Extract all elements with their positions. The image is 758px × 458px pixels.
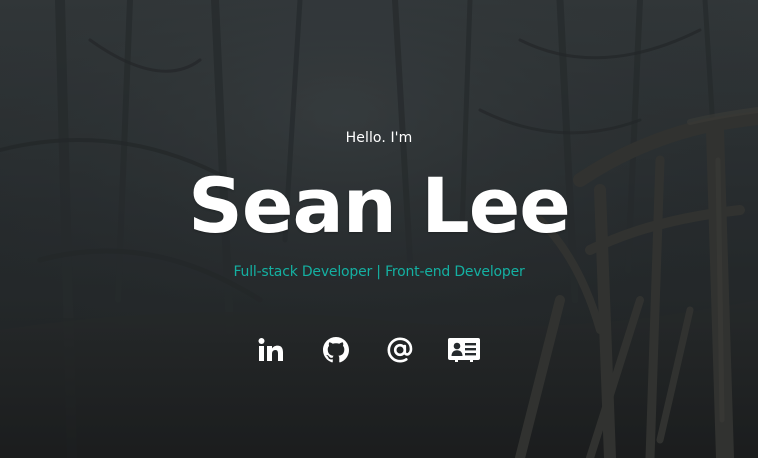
- resume-card-icon: [448, 338, 480, 362]
- hero-name: Sean Lee: [188, 161, 571, 250]
- email-link[interactable]: [383, 333, 417, 367]
- hero-subtitle: Full-stack Developer | Front-end Develop…: [233, 264, 525, 280]
- greeting-text: Hello. I'm: [345, 130, 413, 146]
- hero-section: Hello. I'm Sean Lee Full-stack Developer…: [0, 0, 758, 458]
- linkedin-link[interactable]: [254, 333, 288, 367]
- github-link[interactable]: [319, 333, 353, 367]
- hero-content: Hello. I'm Sean Lee Full-stack Developer…: [0, 0, 758, 458]
- github-icon: [323, 337, 349, 363]
- resume-link[interactable]: [447, 333, 481, 367]
- email-icon: [387, 337, 413, 363]
- social-links: [254, 333, 494, 367]
- linkedin-icon: [258, 338, 283, 361]
